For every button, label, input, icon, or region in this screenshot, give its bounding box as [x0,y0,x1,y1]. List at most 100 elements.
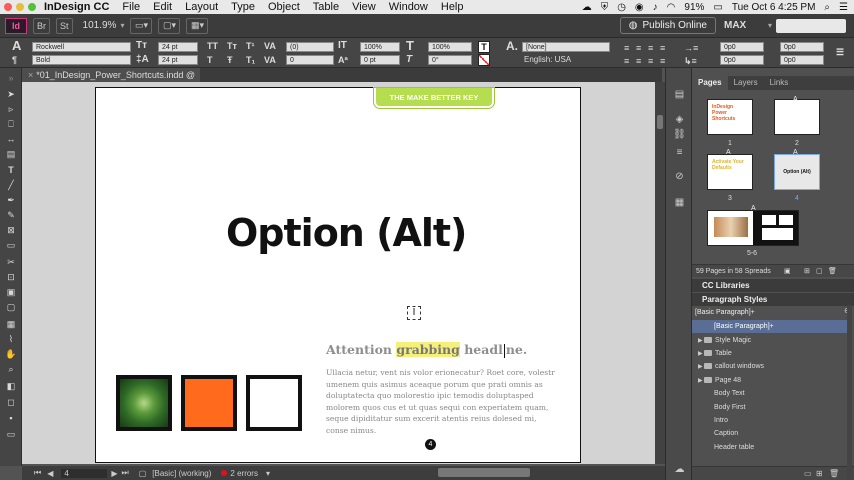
style-row[interactable]: Caption [692,427,847,440]
leading-field[interactable]: 24 pt [158,55,198,65]
eye-icon[interactable]: ◉ [635,2,644,13]
trash-icon[interactable]: 🗑 [828,265,837,278]
gradient-feather-tool-icon[interactable]: ▢ [3,301,19,313]
orange-square-frame[interactable] [181,375,237,431]
style-row[interactable]: Intro [692,414,847,427]
font-family-field[interactable]: Rockwell [32,42,131,52]
style-row[interactable]: [Basic Paragraph]+ [692,320,847,333]
page-thumb-5-6[interactable] [707,210,799,246]
fill-stroke-swatch-icon[interactable]: ◧ [3,380,19,392]
menu-app-name[interactable]: InDesign CC [44,1,109,13]
notification-icon[interactable]: ☰ [839,2,848,13]
cc-libraries-header[interactable]: CC Libraries [692,279,854,292]
help-search-input[interactable] [776,18,846,33]
page-tool-icon[interactable]: ⎕ [3,118,19,130]
menu-help[interactable]: Help [441,1,464,13]
bridge-button[interactable]: Br [33,17,50,34]
gradient-swatch-tool-icon[interactable]: ▣ [3,286,19,298]
font-style-field[interactable]: Bold [32,55,131,65]
menu-view[interactable]: View [352,1,376,13]
justify-all-icon[interactable]: ≡ [648,55,653,67]
align-left-icon[interactable]: ≡ [624,42,629,54]
left-indent-field[interactable]: 0p0 [720,42,764,52]
stroke-panel-icon[interactable]: ≡ [673,146,686,159]
tab-pages[interactable]: Pages [692,76,728,90]
panel-menu-icon[interactable]: ☰ [836,46,844,58]
chevron-down-icon[interactable]: ▾ [768,21,772,30]
create-page-icon[interactable]: ▢ [816,265,823,278]
error-count[interactable]: 2 errors [230,469,258,478]
superscript-button[interactable]: T¹ [246,40,255,52]
strikethrough-button[interactable]: Ŧ [227,54,233,66]
close-icon[interactable]: × [28,70,33,80]
right-indent-field[interactable]: 0p0 [780,42,824,52]
character-style-field[interactable]: [None] [522,42,610,52]
chevron-down-icon[interactable]: ▾ [266,469,270,478]
last-page-icon[interactable]: ⏭ [122,468,129,478]
content-collector-icon[interactable]: ▤ [3,148,19,160]
horizontal-scroll-thumb[interactable] [438,468,530,477]
menu-type[interactable]: Type [231,1,255,13]
rectangle-tool-icon[interactable]: ▭ [3,239,19,251]
paragraph-styles-header[interactable]: Paragraph Styles [692,293,854,306]
page-thumb-4[interactable]: Option (Alt) [774,154,820,190]
layers-panel-icon[interactable]: ◈ [673,113,686,126]
character-formatting-icon[interactable]: A [12,39,21,52]
first-page-icon[interactable]: ⏮ [34,468,41,478]
style-group-row[interactable]: ▶ Style Magic [692,334,847,347]
rectangle-frame-tool-icon[interactable]: ⊠ [3,224,19,236]
font-size-field[interactable]: 24 pt [158,42,198,52]
chevron-down-icon[interactable]: ▾ [120,21,124,30]
time-machine-icon[interactable]: ◷ [617,2,626,13]
all-caps-button[interactable]: TT [207,40,218,52]
hand-tool-icon[interactable]: ✋ [3,348,19,360]
stroke-none-icon[interactable] [478,54,490,66]
volume-icon[interactable]: ♪ [653,2,658,13]
justify-last-left-icon[interactable]: ≡ [624,55,629,67]
zoom-tool-icon[interactable]: ⌕ [3,363,19,375]
plant-image-frame[interactable] [116,375,172,431]
menu-layout[interactable]: Layout [185,1,218,13]
vertical-scale-field[interactable]: 100% [360,42,400,52]
page-number-field[interactable]: 4 [61,468,108,478]
pages-panel-icon[interactable]: ▤ [673,88,686,101]
apply-color-icon[interactable]: ▪ [3,412,19,424]
first-line-indent-field[interactable]: 0p0 [720,55,764,65]
eyedropper-tool-icon[interactable]: ⌇ [3,333,19,345]
clock[interactable]: Tue Oct 6 4:25 PM [732,2,816,13]
type-tool-icon[interactable]: T [3,164,19,176]
menu-file[interactable]: File [122,1,140,13]
formatting-affects-icon[interactable]: ◻ [3,396,19,408]
align-center-icon[interactable]: ≡ [636,42,641,54]
preflight-profile-icon[interactable]: ▢ [139,469,147,478]
shield-icon[interactable]: ⛨ [601,2,609,13]
document-tab[interactable]: ×*01_InDesign_Power_Shortcuts.indd @ 102… [22,68,200,94]
spotlight-icon[interactable]: ⌕ [824,2,830,13]
page-thumb-3[interactable]: Activate Your Defaults [707,154,753,190]
align-right-icon[interactable]: ≡ [648,42,653,54]
align-spine-icon[interactable]: ≡ [660,55,665,67]
links-panel-icon[interactable]: ⛓ [673,128,686,141]
new-style-icon[interactable]: ⊞ [816,469,823,478]
skew-field[interactable]: 0° [428,55,472,65]
body-text-frame[interactable]: Ullacia netur, vent nis volor erionecatu… [326,367,558,436]
new-style-group-icon[interactable]: ▭ [804,469,812,478]
publish-online-button[interactable]: ◍ Publish Online [619,17,716,34]
workspace-switcher[interactable]: MAX [724,20,768,31]
subscript-button[interactable]: T₁ [246,54,255,66]
kerning-field[interactable]: (0) [286,42,334,52]
tab-links[interactable]: Links [764,76,795,90]
wifi-icon[interactable]: ◠ [667,2,676,13]
preflight-profile[interactable]: [Basic] (working) [152,469,211,478]
empty-square-frame[interactable] [246,375,302,431]
zoom-level-field[interactable]: 101.9% [83,20,117,31]
panel-footer-icon[interactable]: ☁ [673,463,686,476]
language-field[interactable]: English: USA [524,55,571,65]
style-row[interactable]: Header table [692,441,847,454]
style-group-row[interactable]: ▶ Table [692,347,847,360]
pen-tool-icon[interactable]: ✒ [3,194,19,206]
gap-tool-icon[interactable]: ↔ [3,133,19,145]
underline-button[interactable]: T [207,54,213,66]
edit-page-size-icon[interactable]: ▣ [784,265,791,278]
minimize-window-button[interactable] [16,3,24,11]
